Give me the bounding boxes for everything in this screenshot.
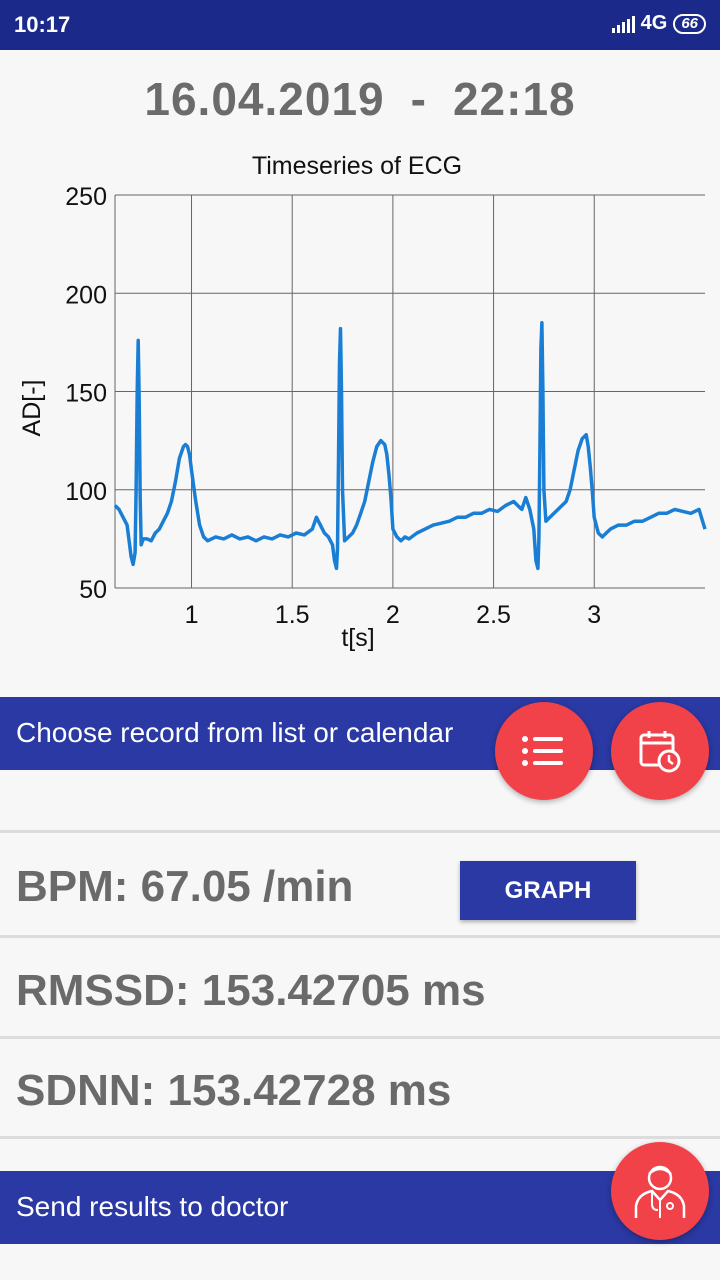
y-tick-label: 50 <box>79 576 107 604</box>
record-selection-label: Choose record from list or calendar <box>16 717 454 748</box>
x-axis-ticks: 1 1.5 2 2.5 3 <box>185 601 602 629</box>
sdnn-value: SDNN: 153.42728 ms <box>16 1066 452 1115</box>
y-tick-label: 200 <box>65 281 107 309</box>
bpm-value: BPM: 67.05 /min <box>16 862 354 911</box>
calendar-button[interactable] <box>611 702 709 800</box>
status-bar: 10:17 4G 66 <box>0 0 720 50</box>
divider <box>0 1036 720 1039</box>
list-icon <box>522 736 563 766</box>
signal-icon <box>611 15 635 33</box>
x-tick-label: 2.5 <box>476 601 511 629</box>
graph-button[interactable]: GRAPH <box>460 861 636 920</box>
network-type: 4G <box>640 12 668 34</box>
x-tick-label: 2 <box>386 601 400 629</box>
ecg-series-line <box>113 320 707 571</box>
y-axis-ticks: 50 100 150 200 250 <box>65 183 107 604</box>
divider <box>0 1136 720 1139</box>
datetime-separator: - <box>410 73 427 125</box>
x-tick-label: 3 <box>587 601 601 629</box>
chart-title: Timeseries of ECG <box>252 152 462 180</box>
y-tick-label: 250 <box>65 183 107 211</box>
battery-icon: 66 <box>673 13 706 34</box>
y-tick-label: 150 <box>65 380 107 408</box>
calendar-clock-icon <box>639 731 681 773</box>
y-tick-label: 100 <box>65 478 107 506</box>
chart-grid <box>114 194 705 589</box>
divider <box>0 830 720 833</box>
record-datetime: 16.04.2019-22:18 <box>0 72 720 126</box>
send-results-label: Send results to doctor <box>16 1191 289 1222</box>
doctor-icon <box>634 1165 686 1218</box>
send-to-doctor-button[interactable] <box>611 1142 709 1240</box>
y-axis-label: AD[-] <box>18 380 46 437</box>
battery-level: 66 <box>681 14 698 32</box>
chart-series <box>113 320 707 571</box>
record-time: 22:18 <box>452 73 576 125</box>
status-indicators: 4G 66 <box>611 12 706 35</box>
x-tick-label: 1.5 <box>275 601 310 629</box>
rmssd-value: RMSSD: 153.42705 ms <box>16 966 486 1015</box>
x-tick-label: 1 <box>185 601 199 629</box>
x-axis-label: t[s] <box>341 624 374 652</box>
divider <box>0 935 720 938</box>
record-date: 16.04.2019 <box>144 73 385 125</box>
ecg-chart: Timeseries of ECG 50 100 150 200 250 1 1.5 2 2.… <box>18 152 707 652</box>
record-list-button[interactable] <box>495 702 593 800</box>
status-time: 10:17 <box>14 12 71 37</box>
